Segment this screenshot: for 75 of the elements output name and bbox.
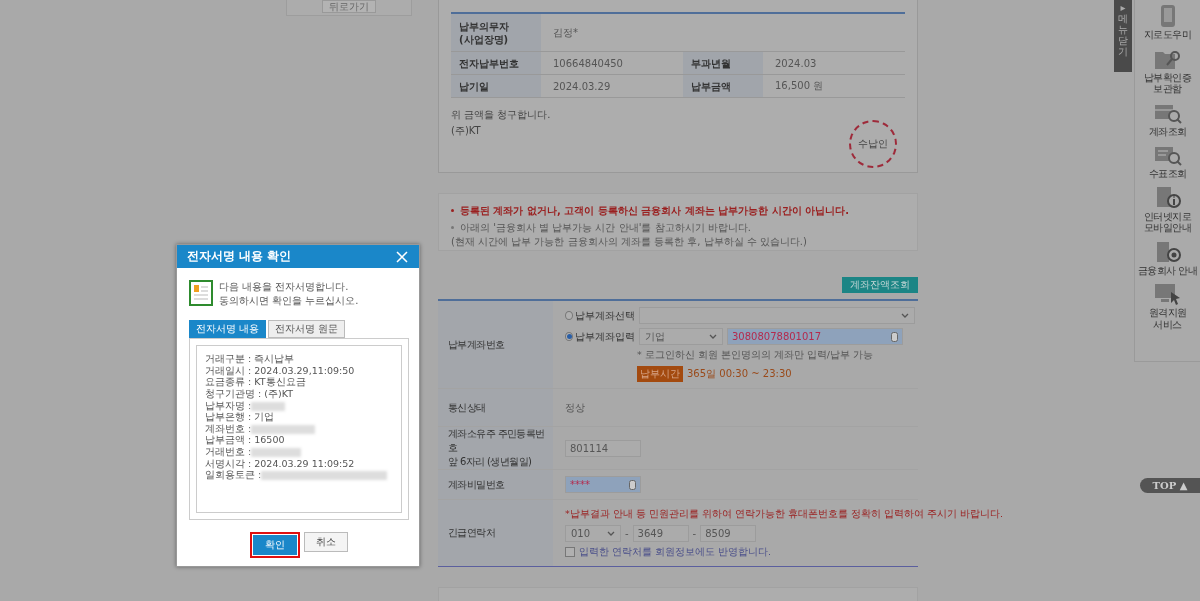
field-label: 통신상태: [438, 389, 553, 426]
detail-line: 일회용토큰 :: [205, 469, 393, 482]
quick-menu-item[interactable]: 금융회사 안내: [1135, 239, 1200, 276]
table-label-cell: 전자납부번호: [451, 52, 541, 74]
warning-text: 등록된 계좌가 없거나, 고객이 등록하신 금융회사 계좌는 납부가능한 시간이 아닙니다.: [451, 204, 905, 218]
detail-line: 거래일시 : 2024.03.29,11:09:50: [205, 365, 356, 377]
menu-close-tab[interactable]: ▸ 메뉴닫기: [1114, 0, 1132, 72]
chevron-down-icon: [607, 530, 615, 536]
keypad-icon: [891, 331, 898, 342]
dash-text: -: [625, 527, 629, 539]
stamp: 수납인: [849, 120, 897, 168]
phone-field[interactable]: 8509: [700, 524, 757, 542]
hint-text: * 로그인하신 회원 본인명의의 계좌만 입력/납부 가능: [636, 349, 875, 362]
close-icon: [395, 249, 409, 264]
bank-select[interactable]: 기업: [639, 328, 723, 345]
warning-text: *납부결과 안내 등 민원관리를 위하여 연락가능한 휴대폰번호를 정확히 입력하여 주시기 바랍니다.: [565, 507, 1003, 521]
keypad-icon: [629, 479, 636, 490]
issuer-text: (주)KT: [451, 124, 482, 138]
password-field[interactable]: ****: [565, 476, 641, 493]
account-select[interactable]: [639, 307, 915, 324]
detail-line: 계좌번호 :: [205, 423, 393, 436]
table-label-cell: 부과년월: [683, 52, 763, 74]
status-text: 정상: [565, 400, 586, 415]
time-badge: 납부시간: [637, 366, 683, 382]
claim-text: 위 금액을 청구합니다.: [451, 108, 552, 122]
quick-menu-item[interactable]: 원격지원 서비스: [1135, 282, 1200, 330]
detail-line: 납부금액 : 16500: [205, 435, 286, 447]
table-label-cell: 납부금액: [683, 75, 763, 97]
checkbox-label: 입력한 연락처를 회원정보에도 반영합니다.: [579, 545, 772, 559]
table-cell-text: 김정*: [552, 25, 579, 40]
quick-menu-item[interactable]: 납부확인증 보관함: [1135, 46, 1200, 95]
detail-line: 거래구분 : 즉시납부: [205, 354, 296, 366]
cancel-button[interactable]: 취소: [304, 532, 348, 552]
account-number-field[interactable]: 30808078801017: [727, 328, 903, 345]
dialog-message: 다음 내용을 전자서명합니다. 동의하시면 확인을 누르십시오.: [219, 280, 359, 308]
table-cell-text: 10664840450: [552, 56, 624, 71]
radio-option[interactable]: 납부계좌입력: [565, 329, 635, 344]
detail-line: 거래번호 :: [205, 446, 393, 459]
field-label: 계좌소유주 주민등록번호 앞 6자리 (생년월일): [438, 427, 553, 469]
chevron-down-icon: [709, 334, 717, 339]
detail-line: 납부자명 :: [205, 400, 393, 412]
document-icon: [189, 280, 213, 306]
field-label: 계좌비밀번호: [438, 470, 553, 499]
table-cell-text: 16,500 원: [774, 79, 825, 93]
field-label: 납부계좌번호: [438, 301, 553, 388]
phone-field[interactable]: 3649: [632, 524, 689, 542]
quick-menu-item[interactable]: 인터넷지로 모바일안내: [1135, 185, 1200, 234]
tab[interactable]: 전자서명 원문: [268, 320, 346, 338]
phone-prefix-select[interactable]: 010: [565, 524, 621, 542]
chevron-down-icon: [901, 313, 909, 318]
tab[interactable]: 전자서명 내용: [189, 320, 267, 338]
detail-line: 납부은행 : 기업: [205, 411, 276, 424]
table-cell-text: 2024.03.29: [552, 79, 612, 94]
balance-inquiry-button[interactable]: 계좌잔액조회: [842, 277, 918, 293]
dash-text: -: [692, 527, 697, 539]
field-label: 긴급연락처: [438, 500, 553, 566]
back-button[interactable]: 뒤로가기: [322, 0, 376, 13]
top-button[interactable]: TOP ▲: [1140, 478, 1200, 493]
radio-option[interactable]: 납부계좌선택: [565, 308, 635, 323]
birth-date-field[interactable]: 801114: [565, 439, 641, 457]
close-button[interactable]: [395, 249, 409, 264]
table-label-cell: 납기일: [451, 75, 541, 97]
dialog-title: 전자서명 내용 확인: [187, 248, 292, 265]
quick-menu-item[interactable]: 계좌조회: [1135, 100, 1200, 137]
table-label-cell: 납부의무자 (사업장명): [451, 14, 541, 51]
quick-menu-item[interactable]: 수표조회: [1135, 143, 1200, 180]
notice-text: 아래의 '금융회사 별 납부가능 시간 안내'를 참고하시기 바랍니다. (현재 시간에 납부 가능한 금융회사의 계좌를 등록한 후, 납부하실 수 있습니다.): [451, 221, 905, 249]
detail-line: 청구기관명 : (주)KT: [205, 388, 294, 401]
table-cell-text: 2024.03: [774, 56, 818, 71]
checkbox[interactable]: [565, 547, 575, 557]
detail-line: 요금종류 : KT통신요금: [205, 377, 307, 389]
quick-menu-item[interactable]: 지로도우미: [1135, 4, 1200, 41]
confirm-button[interactable]: 확인: [253, 535, 297, 555]
detail-line: 서명시각 : 2024.03.29 11:09:52: [205, 458, 356, 470]
time-text: 365일 00:30 ~ 23:30: [687, 367, 792, 381]
